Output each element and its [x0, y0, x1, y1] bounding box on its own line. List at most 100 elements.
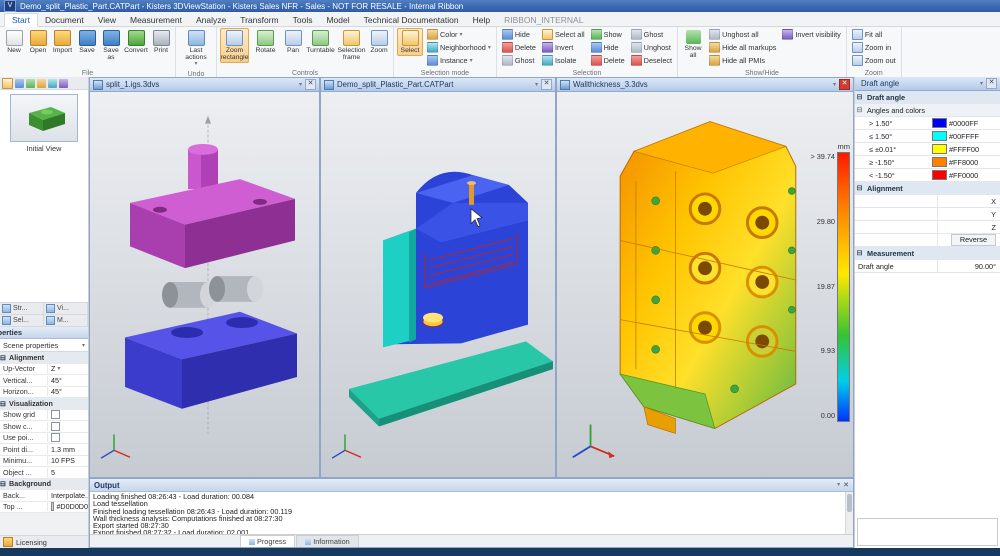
color-swatch[interactable]	[932, 157, 947, 167]
color-swatch[interactable]	[51, 502, 54, 511]
tab-views[interactable]: Vi...	[44, 303, 88, 314]
save-button[interactable]: Save	[76, 28, 98, 56]
selection-frame-button[interactable]: Selection frame	[337, 28, 366, 63]
tab-transform[interactable]: Transform	[233, 14, 285, 26]
color-swatch[interactable]	[932, 118, 947, 128]
pan-button[interactable]: Pan	[282, 28, 304, 56]
ghost-button[interactable]: Ghost	[500, 54, 538, 67]
delete-other-button[interactable]: Delete	[589, 54, 627, 67]
app-logo-icon[interactable]: V	[4, 0, 16, 12]
tab-technical-documentation[interactable]: Technical Documentation	[357, 14, 466, 26]
import-button[interactable]: Import	[51, 28, 74, 56]
hide-all-markups-button[interactable]: Hide all markups	[707, 41, 778, 54]
tab-models[interactable]: M...	[44, 315, 88, 326]
zoom-button[interactable]: Zoom	[368, 28, 390, 56]
tab-selections[interactable]: Sel...	[0, 315, 44, 326]
tab-view[interactable]: View	[91, 14, 123, 26]
zoom-in-button[interactable]: Zoom in	[850, 41, 898, 54]
invert-visibility-button[interactable]: Invert visibility	[780, 28, 842, 41]
select-neighborhood-button[interactable]: Neighborhood▾	[425, 41, 493, 54]
tab-progress[interactable]: Progress	[240, 535, 295, 547]
fit-all-button[interactable]: Fit all	[850, 28, 898, 41]
viewport-2-canvas[interactable]	[321, 92, 555, 477]
rotate-button[interactable]: Rotate	[251, 28, 280, 56]
viewport-2-header[interactable]: Demo_split_Plastic_Part.CATPart ▾ ✕	[321, 78, 555, 92]
tab-ribbon-internal[interactable]: RIBBON_INTERNAL	[497, 14, 590, 26]
close-icon[interactable]: ✕	[305, 79, 316, 90]
print-button[interactable]: Print	[150, 28, 172, 56]
tab-structure[interactable]: Str...	[0, 303, 44, 314]
chevron-down-icon[interactable]: ▾	[535, 81, 538, 88]
output-scrollbar[interactable]	[845, 492, 853, 534]
color-swatch[interactable]	[932, 144, 947, 154]
hide-all-pmis-button[interactable]: Hide all PMIs	[707, 54, 778, 67]
tab-model[interactable]: Model	[319, 14, 356, 26]
last-actions-button[interactable]: Last actions▾	[179, 28, 213, 70]
tab-document[interactable]: Document	[38, 14, 91, 26]
alignment-section[interactable]: ⊟Alignment	[855, 182, 1000, 195]
3d-canvas-engine-block[interactable]	[557, 92, 853, 477]
zoom-rectangle-button[interactable]: Zoom rectangle	[220, 28, 249, 63]
select-all-button[interactable]: Select all	[540, 28, 587, 41]
axis-y-button[interactable]: Y	[937, 208, 1000, 220]
viewport-3-canvas[interactable]: mm > 39.74 29.80 19.87 9.93 0.00	[557, 92, 853, 477]
draft-angle-section[interactable]: ⊟Draft angle	[855, 91, 1000, 104]
hide-button[interactable]: Hide	[500, 28, 538, 41]
tab-licensing[interactable]: Licensing	[0, 535, 88, 548]
3d-canvas-plastic-part[interactable]	[321, 92, 555, 477]
tab-measurement[interactable]: Measurement	[123, 14, 189, 26]
tab-tools[interactable]: Tools	[286, 14, 320, 26]
reverse-button[interactable]: Reverse	[951, 234, 996, 246]
property-section[interactable]: ⊟Visualization	[0, 398, 88, 410]
left-toolbar-icon[interactable]	[48, 79, 57, 88]
checkbox[interactable]	[51, 433, 60, 442]
convert-button[interactable]: Convert	[124, 28, 148, 56]
checkbox[interactable]	[51, 422, 60, 431]
3d-canvas-split-mold[interactable]	[90, 92, 319, 477]
save-as-button[interactable]: Save as	[100, 28, 122, 63]
tab-help[interactable]: Help	[466, 14, 497, 26]
left-toolbar-icon[interactable]	[26, 79, 35, 88]
draft-angle-panel-header[interactable]: Draft angle ▾ ✕	[855, 77, 1000, 91]
chevron-down-icon[interactable]: ▾	[837, 481, 840, 489]
chevron-down-icon[interactable]: ▾	[980, 80, 983, 87]
close-icon[interactable]: ✕	[986, 78, 997, 89]
select-color-button[interactable]: Color▾	[425, 28, 493, 41]
new-button[interactable]: New	[3, 28, 25, 56]
color-swatch[interactable]	[932, 131, 947, 141]
close-icon[interactable]: ✕	[541, 79, 552, 90]
chevron-down-icon[interactable]: ▾	[299, 81, 302, 88]
select-instance-button[interactable]: Instance▾	[425, 54, 493, 67]
draft-angle-value[interactable]: 90.00°	[937, 260, 1000, 272]
invert-button[interactable]: Invert	[540, 41, 587, 54]
angles-colors-subsection[interactable]: ⊟Angles and colors	[855, 104, 1000, 117]
turntable-button[interactable]: Turntable	[306, 28, 335, 56]
close-icon[interactable]: ✕	[843, 481, 849, 489]
show-button[interactable]: Show	[589, 28, 627, 41]
scrollbar-thumb[interactable]	[847, 494, 852, 512]
left-toolbar-icon[interactable]	[37, 79, 46, 88]
show-grid-checkbox[interactable]	[51, 410, 60, 419]
delete-button[interactable]: Delete	[500, 41, 538, 54]
deselect-button[interactable]: Deselect	[629, 54, 674, 67]
scene-properties-selector[interactable]: Scene properties▾	[0, 339, 88, 352]
show-all-button[interactable]: Show all	[681, 28, 705, 61]
zoom-out-button[interactable]: Zoom out	[850, 54, 898, 67]
ghost-other-button[interactable]: Ghost	[629, 28, 674, 41]
left-toolbar-icon[interactable]	[15, 79, 24, 88]
select-button[interactable]: Select	[397, 28, 423, 56]
open-button[interactable]: Open	[27, 28, 49, 56]
left-toolbar-icon[interactable]	[2, 78, 13, 89]
output-header[interactable]: Output ▾✕	[90, 479, 853, 492]
initial-view-thumbnail[interactable]	[10, 94, 78, 142]
property-section[interactable]: ⊟Alignment	[0, 352, 88, 364]
isolate-button[interactable]: Isolate	[540, 54, 587, 67]
hide-other-button[interactable]: Hide	[589, 41, 627, 54]
chevron-down-icon[interactable]: ▾	[833, 81, 836, 88]
measurement-section[interactable]: ⊟Measurement	[855, 247, 1000, 260]
unghost-button[interactable]: Unghost	[629, 41, 674, 54]
color-swatch[interactable]	[932, 170, 947, 180]
left-toolbar-icon[interactable]	[59, 79, 68, 88]
viewport-3-header[interactable]: Wallthickness_3.3dvs ▾ ✕	[557, 78, 853, 92]
axis-z-button[interactable]: Z	[937, 221, 1000, 233]
